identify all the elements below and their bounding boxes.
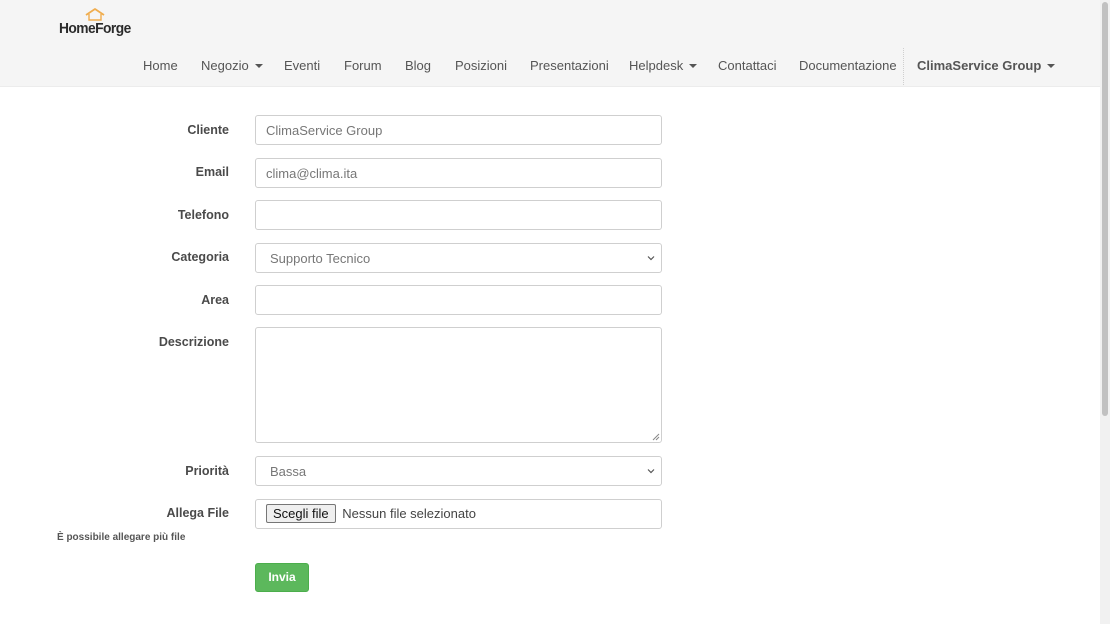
- resize-grip-icon[interactable]: [652, 433, 660, 441]
- scrollbar[interactable]: [1100, 0, 1110, 624]
- nav-contattaci[interactable]: Contattaci: [718, 58, 777, 73]
- logo[interactable]: HomeForge: [59, 8, 139, 40]
- nav-helpdesk-label: Helpdesk: [629, 58, 684, 73]
- email-label: Email: [195, 165, 229, 179]
- priorita-value: Bassa: [270, 464, 307, 479]
- choose-file-button[interactable]: Scegli file: [266, 504, 336, 523]
- categoria-label: Categoria: [171, 250, 229, 264]
- nav-negozio[interactable]: Negozio: [201, 58, 263, 73]
- area-field[interactable]: [255, 285, 662, 315]
- nav-home[interactable]: Home: [143, 58, 178, 73]
- categoria-value: Supporto Tecnico: [270, 251, 371, 266]
- main-nav: Home Negozio Eventi Forum Blog Posizioni…: [0, 44, 1100, 86]
- descrizione-textarea[interactable]: [255, 327, 662, 443]
- email-value: clima@clima.ita: [266, 166, 358, 181]
- telefono-label: Telefono: [177, 208, 229, 222]
- allega-label: Allega File: [166, 506, 229, 520]
- nav-divider: [903, 48, 904, 85]
- email-field[interactable]: clima@clima.ita: [255, 158, 662, 188]
- nav-helpdesk[interactable]: Helpdesk: [629, 58, 698, 73]
- nav-eventi[interactable]: Eventi: [284, 58, 320, 73]
- nav-documentazione[interactable]: Documentazione: [799, 58, 897, 73]
- cliente-value: ClimaService Group: [266, 123, 383, 138]
- categoria-select[interactable]: Supporto Tecnico: [255, 243, 662, 273]
- nav-posizioni[interactable]: Posizioni: [455, 58, 507, 73]
- area-label: Area: [201, 293, 229, 307]
- user-menu-label: ClimaService Group: [917, 58, 1042, 73]
- brand-name: HomeForge: [59, 20, 131, 37]
- submit-button[interactable]: Invia: [255, 563, 309, 592]
- nav-forum[interactable]: Forum: [344, 58, 382, 73]
- attachment-hint: È possibile allegare più file: [57, 532, 186, 543]
- telefono-field[interactable]: [255, 200, 662, 230]
- chevron-down-icon: [647, 469, 655, 474]
- priorita-label: Priorità: [185, 464, 229, 478]
- caret-down-icon: [689, 63, 698, 68]
- user-menu[interactable]: ClimaService Group: [917, 58, 1056, 73]
- cliente-field[interactable]: ClimaService Group: [255, 115, 662, 145]
- scrollbar-thumb[interactable]: [1102, 2, 1108, 416]
- caret-down-icon: [254, 63, 263, 68]
- nav-blog[interactable]: Blog: [405, 58, 431, 73]
- file-status: Nessun file selezionato: [342, 506, 476, 521]
- priorita-select[interactable]: Bassa: [255, 456, 662, 486]
- nav-negozio-label: Negozio: [201, 58, 249, 73]
- cliente-label: Cliente: [187, 123, 229, 137]
- nav-presentazioni[interactable]: Presentazioni: [530, 58, 609, 73]
- file-input[interactable]: Scegli file Nessun file selezionato: [255, 499, 662, 529]
- caret-down-icon: [1047, 63, 1056, 68]
- site-header: HomeForge Home Negozio Eventi Forum Blog…: [0, 0, 1100, 87]
- chevron-down-icon: [647, 256, 655, 261]
- descrizione-label: Descrizione: [158, 335, 229, 349]
